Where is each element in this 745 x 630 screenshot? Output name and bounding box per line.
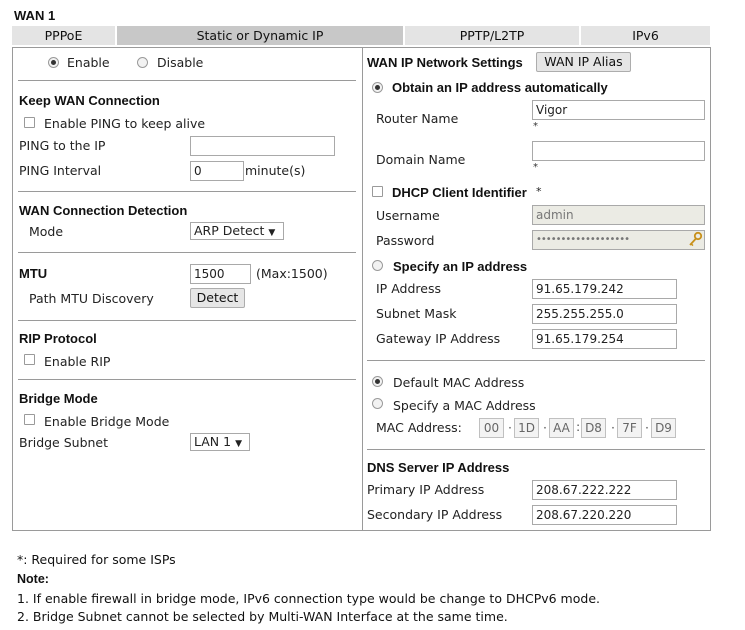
chevron-down-icon: ▼ bbox=[268, 228, 276, 238]
mac-separator: · bbox=[645, 420, 649, 435]
chevron-down-icon: ▼ bbox=[235, 439, 242, 449]
rip-title: RIP Protocol bbox=[19, 331, 97, 346]
dhcp-client-checkbox[interactable] bbox=[372, 186, 383, 197]
mac-octet-6[interactable]: D9 bbox=[651, 418, 676, 438]
password-label: Password bbox=[376, 233, 435, 248]
divider bbox=[18, 379, 356, 380]
ping-interval-label: PING Interval bbox=[19, 163, 102, 178]
secondary-dns-label: Secondary IP Address bbox=[367, 507, 503, 522]
gateway-input[interactable]: 91.65.179.254 bbox=[532, 329, 677, 349]
domain-name-input[interactable] bbox=[532, 141, 705, 161]
ip-address-label: IP Address bbox=[376, 281, 441, 296]
divider bbox=[367, 449, 705, 450]
secondary-dns-input[interactable]: 208.67.220.220 bbox=[532, 505, 677, 525]
mtu-title: MTU bbox=[19, 266, 48, 281]
enable-radio[interactable] bbox=[48, 57, 59, 68]
bridge-subnet-label: Bridge Subnet bbox=[19, 435, 109, 450]
mac-octet-1[interactable]: 00 bbox=[479, 418, 504, 438]
connection-type-tabs: PPPoE Static or Dynamic IP PPTP/L2TP IPv… bbox=[12, 26, 710, 45]
specify-ip-label: Specify an IP address bbox=[393, 259, 528, 274]
wan-ip-alias-button[interactable]: WAN IP Alias bbox=[536, 52, 631, 72]
enable-bridge-label: Enable Bridge Mode bbox=[44, 414, 170, 429]
ping-interval-input[interactable]: 0 bbox=[190, 161, 244, 181]
enable-ping-checkbox[interactable] bbox=[24, 117, 35, 128]
specify-ip-radio[interactable] bbox=[372, 260, 383, 271]
mode-select[interactable]: ARP Detect ▼ bbox=[190, 222, 284, 240]
wan-detection-title: WAN Connection Detection bbox=[19, 203, 188, 218]
subnet-mask-input[interactable]: 255.255.255.0 bbox=[532, 304, 677, 324]
obtain-auto-radio[interactable] bbox=[372, 82, 383, 93]
username-label: Username bbox=[376, 208, 440, 223]
mtu-input[interactable]: 1500 bbox=[190, 264, 251, 284]
tab-static-dynamic-ip[interactable]: Static or Dynamic IP bbox=[117, 26, 405, 45]
divider bbox=[18, 191, 356, 192]
mac-separator: · bbox=[508, 420, 512, 435]
section-title: WAN 1 bbox=[14, 8, 56, 23]
mac-separator: : bbox=[576, 419, 581, 434]
divider bbox=[18, 80, 356, 81]
network-settings-title: WAN IP Network Settings bbox=[367, 55, 523, 70]
enable-ping-label: Enable PING to keep alive bbox=[44, 116, 206, 131]
disable-radio[interactable] bbox=[137, 57, 148, 68]
disable-label: Disable bbox=[157, 55, 204, 70]
enable-rip-label: Enable RIP bbox=[44, 354, 111, 369]
detect-button[interactable]: Detect bbox=[190, 288, 245, 308]
bridge-title: Bridge Mode bbox=[19, 391, 98, 406]
path-mtu-label: Path MTU Discovery bbox=[29, 291, 154, 306]
mac-octet-5[interactable]: 7F bbox=[617, 418, 642, 438]
keep-wan-title: Keep WAN Connection bbox=[19, 93, 160, 108]
mode-label: Mode bbox=[29, 224, 64, 239]
divider bbox=[367, 360, 705, 361]
mode-select-value: ARP Detect bbox=[194, 223, 265, 238]
note-2: 2. Bridge Subnet cannot be selected by M… bbox=[17, 609, 508, 624]
ip-address-input[interactable]: 91.65.179.242 bbox=[532, 279, 677, 299]
default-mac-radio[interactable] bbox=[372, 376, 383, 387]
subnet-mask-label: Subnet Mask bbox=[376, 306, 457, 321]
mac-separator: · bbox=[543, 420, 547, 435]
key-icon[interactable] bbox=[687, 231, 703, 248]
username-input[interactable]: admin bbox=[532, 205, 705, 225]
specify-mac-radio[interactable] bbox=[372, 398, 383, 409]
router-name-label: Router Name bbox=[376, 111, 459, 126]
enable-bridge-checkbox[interactable] bbox=[24, 414, 35, 425]
ping-to-ip-label: PING to the IP bbox=[19, 138, 106, 153]
required-star: * bbox=[533, 121, 538, 132]
mac-octet-4[interactable]: D8 bbox=[581, 418, 606, 438]
primary-dns-input[interactable]: 208.67.222.222 bbox=[532, 480, 677, 500]
domain-name-label: Domain Name bbox=[376, 152, 466, 167]
primary-dns-label: Primary IP Address bbox=[367, 482, 485, 497]
tab-pppoe[interactable]: PPPoE bbox=[12, 26, 117, 45]
enable-label: Enable bbox=[67, 55, 110, 70]
note-1: 1. If enable firewall in bridge mode, IP… bbox=[17, 591, 600, 606]
divider bbox=[18, 252, 356, 253]
tab-pptp-l2tp[interactable]: PPTP/L2TP bbox=[405, 26, 581, 45]
mac-octet-2[interactable]: 1D bbox=[514, 418, 539, 438]
enable-rip-checkbox[interactable] bbox=[24, 354, 35, 365]
mtu-max-label: (Max:1500) bbox=[256, 266, 328, 281]
mac-octet-3[interactable]: AA bbox=[549, 418, 574, 438]
note-title: Note: bbox=[17, 572, 49, 586]
password-input[interactable]: ••••••••••••••••••• bbox=[532, 230, 705, 250]
dhcp-client-label: DHCP Client Identifier bbox=[392, 185, 527, 200]
mac-separator: · bbox=[611, 420, 615, 435]
required-star: * bbox=[533, 162, 538, 173]
obtain-auto-label: Obtain an IP address automatically bbox=[392, 80, 608, 95]
dns-title: DNS Server IP Address bbox=[367, 460, 510, 475]
bridge-subnet-select[interactable]: LAN 1 ▼ bbox=[190, 433, 250, 451]
required-star: * bbox=[536, 185, 542, 198]
specify-mac-label: Specify a MAC Address bbox=[393, 398, 536, 413]
ping-interval-unit: minute(s) bbox=[245, 163, 306, 178]
bridge-subnet-value: LAN 1 bbox=[194, 434, 232, 449]
ping-to-ip-input[interactable] bbox=[190, 136, 335, 156]
divider bbox=[18, 320, 356, 321]
required-note: *: Required for some ISPs bbox=[17, 552, 176, 567]
tab-ipv6[interactable]: IPv6 bbox=[581, 26, 710, 45]
default-mac-label: Default MAC Address bbox=[393, 375, 525, 390]
mac-address-label: MAC Address: bbox=[376, 420, 462, 435]
router-name-input[interactable]: Vigor bbox=[532, 100, 705, 120]
gateway-label: Gateway IP Address bbox=[376, 331, 501, 346]
